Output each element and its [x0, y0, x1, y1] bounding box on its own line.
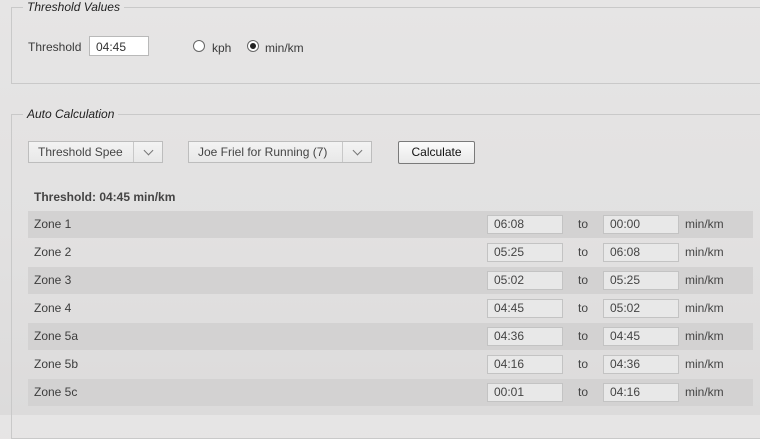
- method-select[interactable]: Joe Friel for Running (7): [188, 141, 372, 163]
- zone-from-field[interactable]: 04:16: [487, 355, 563, 374]
- metric-select-value: Threshold Spee: [38, 145, 123, 159]
- zone-unit: min/km: [685, 217, 724, 231]
- zone-from-field[interactable]: 04:36: [487, 327, 563, 346]
- threshold-values-legend: Threshold Values: [27, 0, 120, 14]
- calculate-button[interactable]: Calculate: [398, 141, 475, 164]
- zone-row: Zone 5b 04:16 to 04:36 min/km: [28, 351, 753, 378]
- zone-row: Zone 1 06:08 to 00:00 min/km: [28, 211, 753, 238]
- zone-to-field[interactable]: 04:16: [603, 383, 679, 402]
- chevron-down-icon: [352, 145, 362, 155]
- zone-name: Zone 5c: [34, 385, 78, 399]
- threshold-label: Threshold: [28, 40, 82, 54]
- zone-to-label: to: [578, 273, 589, 287]
- zone-unit: min/km: [685, 245, 724, 259]
- zone-unit: min/km: [685, 301, 724, 315]
- zone-name: Zone 1: [34, 217, 72, 231]
- method-select-value: Joe Friel for Running (7): [198, 145, 328, 159]
- zone-to-label: to: [578, 385, 589, 399]
- kph-radio-label[interactable]: kph: [212, 41, 231, 55]
- zone-to-field[interactable]: 05:25: [603, 271, 679, 290]
- zone-row: Zone 4 04:45 to 05:02 min/km: [28, 295, 753, 322]
- zone-to-field[interactable]: 00:00: [603, 215, 679, 234]
- zone-name: Zone 3: [34, 273, 72, 287]
- zone-name: Zone 5a: [34, 329, 79, 343]
- zone-name: Zone 5b: [34, 357, 79, 371]
- chevron-down-icon: [143, 145, 153, 155]
- metric-select-dropdown[interactable]: [133, 142, 162, 162]
- zone-to-label: to: [578, 245, 589, 259]
- zone-to-label: to: [578, 357, 589, 371]
- zone-row: Zone 5c 00:01 to 04:16 min/km: [28, 379, 753, 406]
- zone-unit: min/km: [685, 329, 724, 343]
- zone-to-field[interactable]: 05:02: [603, 299, 679, 318]
- zone-row: Zone 5a 04:36 to 04:45 min/km: [28, 323, 753, 350]
- zone-row: Zone 3 05:02 to 05:25 min/km: [28, 267, 753, 294]
- radio-selected-dot: [250, 43, 256, 49]
- zone-to-label: to: [578, 301, 589, 315]
- auto-calculation-legend: Auto Calculation: [27, 107, 115, 121]
- zone-from-field[interactable]: 05:02: [487, 271, 563, 290]
- zone-to-label: to: [578, 329, 589, 343]
- zone-from-field[interactable]: 04:45: [487, 299, 563, 318]
- method-select-dropdown[interactable]: [342, 142, 371, 162]
- kph-radio[interactable]: [193, 40, 205, 52]
- zone-from-field[interactable]: 06:08: [487, 215, 563, 234]
- zone-to-field[interactable]: 04:45: [603, 327, 679, 346]
- zone-unit: min/km: [685, 273, 724, 287]
- zone-name: Zone 2: [34, 245, 72, 259]
- metric-select[interactable]: Threshold Spee: [28, 141, 163, 163]
- zone-to-label: to: [578, 217, 589, 231]
- zone-from-field[interactable]: 05:25: [487, 243, 563, 262]
- zone-name: Zone 4: [34, 301, 72, 315]
- zone-unit: min/km: [685, 385, 724, 399]
- zone-row: Zone 2 05:25 to 06:08 min/km: [28, 239, 753, 266]
- threshold-input[interactable]: 04:45: [89, 36, 149, 56]
- threshold-summary: Threshold: 04:45 min/km: [34, 190, 176, 204]
- min-per-km-radio-label[interactable]: min/km: [265, 41, 304, 55]
- zone-to-field[interactable]: 06:08: [603, 243, 679, 262]
- zone-to-field[interactable]: 04:36: [603, 355, 679, 374]
- zone-from-field[interactable]: 00:01: [487, 383, 563, 402]
- min-per-km-radio[interactable]: [247, 40, 259, 52]
- zone-unit: min/km: [685, 357, 724, 371]
